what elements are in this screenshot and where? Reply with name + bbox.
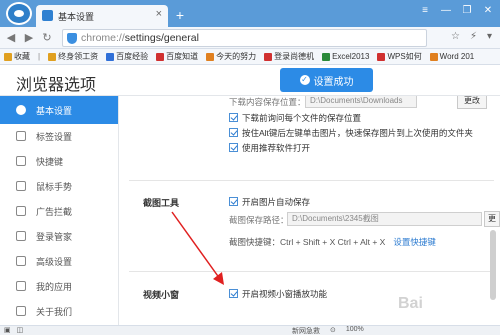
bookmark-icon: [106, 52, 115, 61]
tab-close-icon[interactable]: ×: [156, 8, 162, 20]
lock-icon: [16, 231, 26, 241]
maximize-icon[interactable]: ❐: [459, 4, 475, 18]
section-divider: [129, 180, 494, 181]
close-window-icon[interactable]: ✕: [480, 4, 496, 18]
gear-icon: [16, 105, 26, 115]
network-rescue-link[interactable]: 新网急救: [292, 326, 320, 335]
section-divider: [129, 271, 494, 272]
recommended-app-option[interactable]: 使用推荐软件打开: [229, 142, 310, 154]
sidebar-item-advanced[interactable]: 高级设置: [0, 247, 118, 275]
bookmark-icon: [48, 52, 57, 61]
sidebar-item-tabs[interactable]: 标签设置: [0, 122, 118, 150]
toast-label: 设置成功: [313, 76, 354, 88]
refresh-icon[interactable]: ↻: [40, 30, 54, 46]
bookmark-item[interactable]: 登录尚德机: [264, 51, 314, 62]
dropdown-icon[interactable]: ▾: [487, 31, 492, 42]
menu-icon[interactable]: ≡: [417, 4, 433, 18]
address-bar-tools: ☆ ⚡ ▾: [451, 31, 492, 42]
settings-saved-toast: ✓ 设置成功: [280, 68, 373, 92]
ask-each-option[interactable]: 下载前询问每个文件的保存位置: [229, 112, 361, 124]
url-text: chrome://settings/general: [81, 32, 199, 44]
content-scrollbar[interactable]: [490, 230, 496, 300]
zoom-level[interactable]: 100%: [346, 326, 364, 335]
browser-logo-icon[interactable]: [6, 2, 32, 25]
settings-tab-icon: [42, 10, 53, 21]
status-icon[interactable]: ⊙: [330, 326, 336, 335]
bookmark-icon: [377, 52, 386, 61]
panel-icon[interactable]: ◫: [17, 326, 24, 334]
page-title: 浏览器选项: [16, 77, 97, 94]
sidebar-item-basic[interactable]: 基本设置: [0, 96, 118, 124]
checkbox[interactable]: [229, 128, 238, 137]
shortcut-row: 截图快捷键：Ctrl + Shift + X Ctrl + Alt + X 设置快…: [229, 237, 436, 247]
sidebar-item-adblock[interactable]: 广告拦截: [0, 197, 118, 225]
url-input[interactable]: chrome://settings/general: [62, 29, 427, 47]
minimize-icon[interactable]: —: [438, 4, 454, 18]
bookmark-icon: [429, 52, 438, 61]
bookmark-icon: [264, 52, 273, 61]
bookmark-item[interactable]: 百度经验: [106, 51, 148, 62]
star-icon: [4, 52, 12, 61]
sidebar-item-apps[interactable]: 我的应用: [0, 272, 118, 300]
star-icon[interactable]: ☆: [451, 31, 460, 42]
settings-sidebar: 基本设置 标签设置 快捷键 鼠标手势 广告拦截 登录管家 高级设置 我的应用 关…: [0, 96, 118, 326]
window-controls: ≡ — ❐ ✕: [417, 4, 496, 18]
sidebar-item-login[interactable]: 登录管家: [0, 222, 118, 250]
address-bar: ◀ ▶ ↻ chrome://settings/general ☆ ⚡ ▾: [0, 27, 500, 49]
change-screenshot-path-button[interactable]: 更: [484, 211, 500, 227]
info-icon: [16, 306, 26, 316]
screenshot-path-field[interactable]: D:\Documents\2345截图: [287, 212, 482, 226]
set-shortcut-link[interactable]: 设置快捷键: [393, 237, 436, 247]
tab-title: 基本设置: [58, 12, 95, 22]
bookmark-icon: [322, 52, 331, 61]
download-path-label: 下载内容保存位置：: [229, 97, 306, 107]
sidebar-item-mouse[interactable]: 鼠标手势: [0, 172, 118, 200]
checkbox[interactable]: [229, 143, 238, 152]
video-small-window-option[interactable]: 开启视频小窗播放功能: [229, 288, 327, 300]
back-icon[interactable]: ◀: [4, 30, 18, 46]
sidebar-item-shortcuts[interactable]: 快捷键: [0, 147, 118, 175]
forward-icon[interactable]: ▶: [22, 30, 36, 46]
apps-icon: [16, 281, 26, 291]
sidebar-toggle-icon[interactable]: ▣: [4, 326, 11, 334]
change-download-path-button[interactable]: 更改: [457, 96, 487, 109]
bookmark-item[interactable]: 终身领工资: [48, 51, 98, 62]
alt-click-option[interactable]: 按住Alt键后左键单击图片，快速保存图片到上次使用的文件夹: [229, 127, 473, 139]
status-bar: ▣ ◫ 新网急救 ⊙ 100%: [0, 325, 500, 335]
settings-icon: [16, 256, 26, 266]
mouse-icon: [16, 181, 26, 191]
bookmark-item[interactable]: 今天的努力: [206, 51, 256, 62]
block-icon: [16, 206, 26, 216]
keyboard-icon: [16, 156, 26, 166]
checkbox[interactable]: [229, 113, 238, 122]
lightning-icon[interactable]: ⚡: [470, 31, 477, 42]
video-section-label: 视频小窗: [143, 290, 180, 300]
bookmark-icon: [206, 52, 215, 61]
download-path-field[interactable]: D:\Documents\Downloads: [305, 96, 417, 108]
check-icon: ✓: [299, 75, 310, 85]
separator: |: [38, 52, 41, 61]
settings-content: 下载内容保存位置： D:\Documents\Downloads 更改 下载前询…: [119, 96, 500, 326]
new-tab-button[interactable]: +: [172, 7, 188, 23]
checkbox[interactable]: [229, 289, 238, 298]
bookmark-icon: [156, 52, 165, 61]
shield-icon: [67, 33, 77, 44]
tab-basic-settings[interactable]: 基本设置 ×: [36, 5, 168, 27]
checkbox[interactable]: [229, 197, 238, 206]
watermark-logo: Bai: [398, 295, 423, 312]
tab-strip: 基本设置 × + ≡ — ❐ ✕: [0, 0, 500, 27]
screenshot-section-label: 截图工具: [143, 198, 180, 208]
tab-icon: [16, 131, 26, 141]
bookmarks-bar: 收藏 | 终身领工资 百度经验 百度知道 今天的努力 登录尚德机 Excel20…: [0, 49, 500, 65]
bookmark-item[interactable]: Excel2013: [322, 52, 369, 61]
screenshot-path-label: 截图保存路径：: [229, 215, 289, 225]
bookmark-item[interactable]: 百度知道: [156, 51, 198, 62]
bookmarks-label[interactable]: 收藏: [4, 51, 30, 62]
bookmark-item[interactable]: WPS如何: [377, 51, 422, 62]
bookmark-item[interactable]: Word 201: [429, 52, 474, 61]
sidebar-item-about[interactable]: 关于我们: [0, 297, 118, 325]
auto-save-option[interactable]: 开启图片自动保存: [229, 196, 310, 208]
